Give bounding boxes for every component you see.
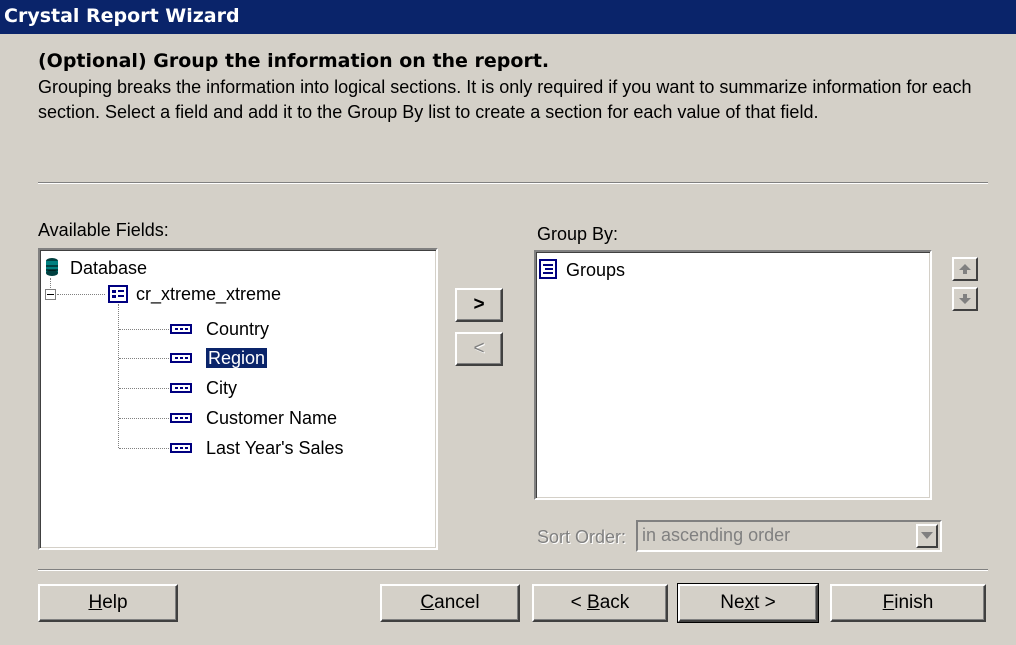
tree-root-database[interactable]: Database xyxy=(70,255,147,281)
sort-order-value: in ascending order xyxy=(642,525,791,545)
sort-order-select[interactable]: in ascending order xyxy=(636,520,942,552)
field-icon xyxy=(170,413,192,423)
cancel-label-accesskey: C xyxy=(420,592,435,613)
finish-label-accesskey: F xyxy=(882,592,895,613)
arrow-up-icon xyxy=(959,264,971,274)
tree-connector xyxy=(119,329,169,330)
tree-connector xyxy=(50,278,51,288)
field-item-region[interactable]: Region xyxy=(204,345,269,371)
field-item-city[interactable]: City xyxy=(206,375,237,401)
groups-root[interactable]: Groups xyxy=(566,257,625,283)
tree-connector xyxy=(119,358,169,359)
add-field-button[interactable]: > xyxy=(455,288,503,322)
tree-connector xyxy=(119,418,169,419)
remove-field-button[interactable]: < xyxy=(455,332,503,366)
tree-connector xyxy=(119,388,169,389)
move-down-button[interactable] xyxy=(952,287,978,311)
back-label-suffix: ack xyxy=(599,592,630,613)
field-icon xyxy=(170,383,192,393)
dropdown-button[interactable] xyxy=(916,524,938,548)
tree-connector xyxy=(118,304,119,448)
tree-table-node[interactable]: cr_xtreme_xtreme xyxy=(136,281,281,307)
header-divider xyxy=(38,182,988,184)
field-item-country[interactable]: Country xyxy=(206,316,269,342)
next-label-suffix: t > xyxy=(754,592,776,613)
help-label-accesskey: H xyxy=(88,592,103,613)
collapse-toggle-icon[interactable] xyxy=(45,289,56,300)
cancel-label-suffix: ancel xyxy=(434,592,480,613)
tree-connector xyxy=(57,294,105,295)
window-title: Crystal Report Wizard xyxy=(0,0,1016,34)
field-icon xyxy=(170,324,192,334)
available-fields-label: Available Fields: xyxy=(38,220,169,240)
field-icon xyxy=(170,443,192,453)
back-label-accesskey: B xyxy=(587,592,600,613)
next-button[interactable]: Next > xyxy=(677,583,819,623)
chevron-down-icon xyxy=(921,532,933,539)
field-item-customer-name[interactable]: Customer Name xyxy=(206,405,337,431)
help-label-suffix: elp xyxy=(102,592,128,613)
help-button[interactable]: Help xyxy=(38,584,178,622)
tree-connector xyxy=(119,448,169,449)
page-description: Grouping breaks the information into log… xyxy=(38,77,972,122)
footer-divider xyxy=(38,569,988,571)
group-by-label: Group By: xyxy=(537,224,619,244)
field-icon xyxy=(170,353,192,363)
database-icon xyxy=(46,258,58,276)
back-label-prefix: < xyxy=(570,592,588,613)
sort-order-label: Sort Order: xyxy=(537,527,627,547)
back-button[interactable]: < Back xyxy=(532,584,668,622)
available-fields-tree[interactable]: Database cr_xtreme_xtreme Country Region… xyxy=(38,248,438,550)
finish-button[interactable]: Finish xyxy=(830,584,986,622)
next-label-prefix: Ne xyxy=(720,592,745,613)
next-label-accesskey: x xyxy=(744,592,755,613)
page-heading: (Optional) Group the information on the … xyxy=(38,50,550,72)
arrow-down-icon xyxy=(959,294,971,304)
table-icon xyxy=(108,285,128,303)
finish-label-suffix: inish xyxy=(894,592,934,613)
move-up-button[interactable] xyxy=(952,257,978,281)
group-by-list[interactable]: Groups xyxy=(534,250,932,500)
field-item-region-label: Region xyxy=(204,347,269,369)
groups-icon xyxy=(539,259,557,279)
field-item-last-years-sales[interactable]: Last Year's Sales xyxy=(206,435,344,461)
cancel-button[interactable]: Cancel xyxy=(380,584,520,622)
